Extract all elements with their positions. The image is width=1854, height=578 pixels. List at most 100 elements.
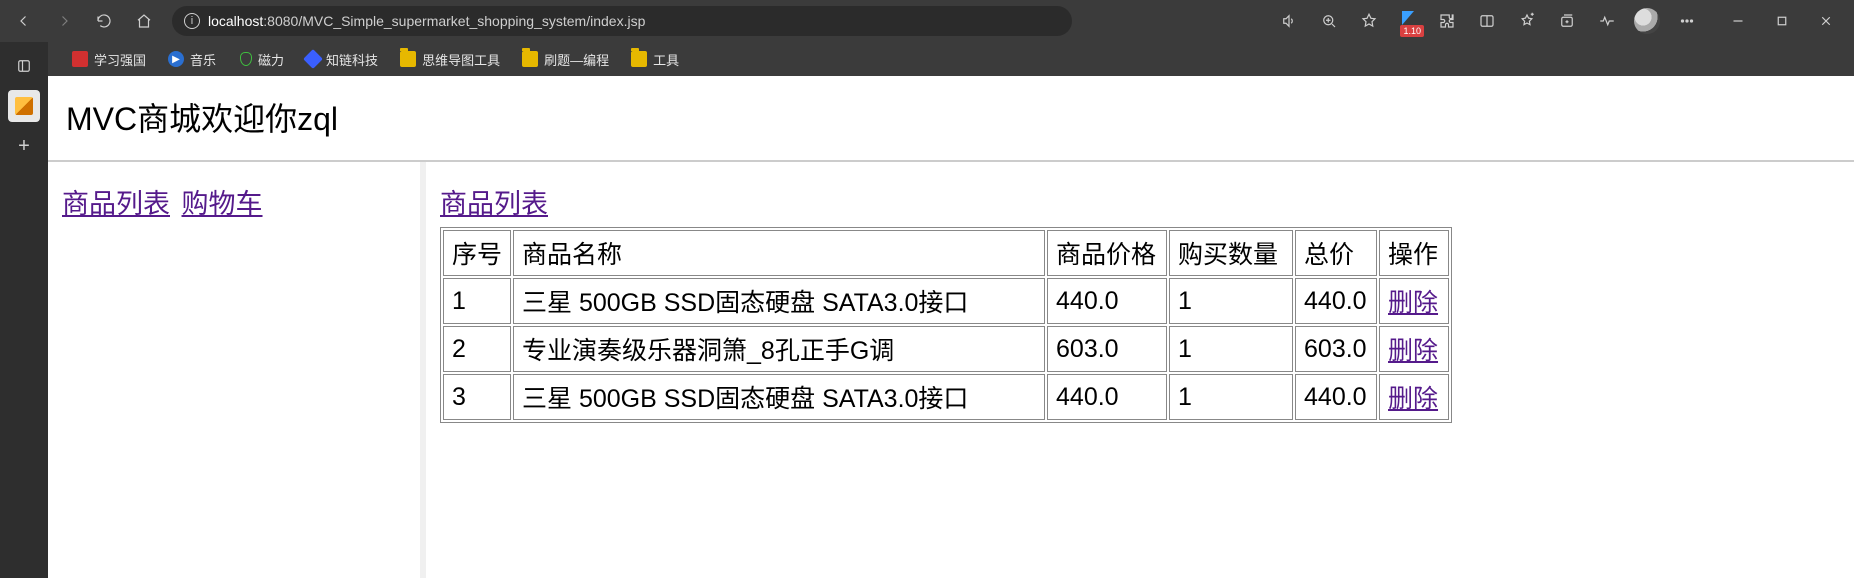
cell-seq: 2: [443, 326, 511, 372]
page-header: MVC商城欢迎你zql: [48, 76, 1854, 152]
puzzle-icon: [1438, 12, 1456, 30]
cell-total: 440.0: [1295, 374, 1377, 420]
home-icon: [135, 12, 153, 30]
left-nav: 商品列表 购物车: [62, 182, 406, 221]
bookmark-icon: [72, 51, 88, 67]
delete-link[interactable]: 删除: [1388, 289, 1438, 317]
bookmark-folder[interactable]: 工具: [625, 48, 685, 71]
play-icon: ▶: [168, 51, 184, 67]
heartbeat-icon: [1598, 12, 1616, 30]
url-text: localhost:8080/MVC_Simple_supermarket_sh…: [208, 13, 645, 29]
bookmark-item[interactable]: 学习强国: [66, 48, 152, 71]
maximize-icon: [1773, 12, 1791, 30]
cart-link[interactable]: 购物车: [182, 189, 263, 219]
bookmark-label: 磁力: [258, 50, 284, 69]
vertical-tab-bar: +: [0, 42, 48, 578]
cart-table: 序号 商品名称 商品价格 购买数量 总价 操作 1 三星 500GB SSD固态…: [440, 227, 1452, 423]
cell-total: 603.0: [1295, 326, 1377, 372]
bookmark-item[interactable]: 知链科技: [300, 48, 384, 71]
star-icon: [1360, 12, 1378, 30]
current-tab[interactable]: [8, 90, 40, 122]
cell-price: 440.0: [1047, 278, 1167, 324]
cell-price: 440.0: [1047, 374, 1167, 420]
col-name: 商品名称: [513, 230, 1045, 276]
refresh-icon: [95, 12, 113, 30]
folder-icon: [400, 51, 416, 67]
profile-avatar[interactable]: [1634, 8, 1660, 34]
product-list-link[interactable]: 商品列表: [62, 189, 170, 219]
bookmarks-bar: 学习强国 ▶ 音乐 磁力 知链科技 思维导图工具 刷题—编程 工具: [0, 42, 1854, 76]
delete-link[interactable]: 删除: [1388, 385, 1438, 413]
close-icon: [1817, 12, 1835, 30]
zoom-button[interactable]: [1310, 3, 1348, 39]
cell-action: 删除: [1379, 278, 1449, 324]
cell-qty: 1: [1169, 374, 1293, 420]
arrow-right-icon: [55, 12, 73, 30]
cell-name: 专业演奏级乐器洞箫_8孔正手G调: [513, 326, 1045, 372]
browser-essentials-button[interactable]: [1588, 3, 1626, 39]
minimize-icon: [1729, 12, 1747, 30]
maximize-button[interactable]: [1760, 3, 1804, 39]
bookmark-item[interactable]: 磁力: [232, 48, 290, 71]
col-total: 总价: [1295, 230, 1377, 276]
back-button[interactable]: [6, 3, 42, 39]
split-screen-button[interactable]: [1468, 3, 1506, 39]
delete-link[interactable]: 删除: [1388, 337, 1438, 365]
home-button[interactable]: [126, 3, 162, 39]
browser-toolbar: i localhost:8080/MVC_Simple_supermarket_…: [0, 0, 1854, 42]
cell-action: 删除: [1379, 326, 1449, 372]
collections-icon: [1558, 12, 1576, 30]
cell-qty: 1: [1169, 278, 1293, 324]
star-plus-icon: [1518, 12, 1536, 30]
refresh-button[interactable]: [86, 3, 122, 39]
address-bar[interactable]: i localhost:8080/MVC_Simple_supermarket_…: [172, 6, 1072, 36]
cell-qty: 1: [1169, 326, 1293, 372]
zoom-icon: [1320, 12, 1338, 30]
diamond-icon: [303, 49, 323, 69]
table-row: 2 专业演奏级乐器洞箫_8孔正手G调 603.0 1 603.0 删除: [443, 326, 1449, 372]
bookmark-folder[interactable]: 刷题—编程: [516, 48, 615, 71]
performance-button[interactable]: 1.10: [1390, 3, 1426, 39]
close-window-button[interactable]: [1804, 3, 1848, 39]
site-info-icon[interactable]: i: [184, 13, 200, 29]
url-host: localhost: [208, 13, 263, 29]
table-row: 1 三星 500GB SSD固态硬盘 SATA3.0接口 440.0 1 440…: [443, 278, 1449, 324]
performance-badge: 1.10: [1400, 25, 1424, 37]
col-qty: 购买数量: [1169, 230, 1293, 276]
table-row: 3 三星 500GB SSD固态硬盘 SATA3.0接口 440.0 1 440…: [443, 374, 1449, 420]
bookmark-label: 工具: [653, 50, 679, 69]
favorite-button[interactable]: [1350, 3, 1388, 39]
settings-more-button[interactable]: [1668, 3, 1706, 39]
forward-button[interactable]: [46, 3, 82, 39]
cell-total: 440.0: [1295, 278, 1377, 324]
tab-actions-button[interactable]: [8, 50, 40, 82]
right-heading-link[interactable]: 商品列表: [440, 182, 548, 221]
cell-price: 603.0: [1047, 326, 1167, 372]
read-aloud-button[interactable]: [1270, 3, 1308, 39]
sidebar-icon: [1478, 12, 1496, 30]
minimize-button[interactable]: [1716, 3, 1760, 39]
cell-name: 三星 500GB SSD固态硬盘 SATA3.0接口: [513, 278, 1045, 324]
url-port: :8080: [263, 13, 298, 29]
window-controls: [1716, 3, 1848, 39]
bookmark-label: 刷题—编程: [544, 50, 609, 69]
favorites-button[interactable]: [1508, 3, 1546, 39]
col-price: 商品价格: [1047, 230, 1167, 276]
left-frame: 商品列表 购物车: [48, 162, 426, 578]
more-icon: [1678, 12, 1696, 30]
url-path: /MVC_Simple_supermarket_shopping_system/…: [298, 13, 645, 29]
folder-icon: [522, 51, 538, 67]
bookmark-label: 知链科技: [326, 50, 378, 69]
bookmark-item[interactable]: ▶ 音乐: [162, 48, 222, 71]
cell-name: 三星 500GB SSD固态硬盘 SATA3.0接口: [513, 374, 1045, 420]
flag-icon: [1402, 11, 1414, 25]
bookmark-label: 音乐: [190, 50, 216, 69]
bookmark-folder[interactable]: 思维导图工具: [394, 48, 506, 71]
col-seq: 序号: [443, 230, 511, 276]
cell-seq: 1: [443, 278, 511, 324]
browser-chrome: i localhost:8080/MVC_Simple_supermarket_…: [0, 0, 1854, 76]
extensions-button[interactable]: [1428, 3, 1466, 39]
new-tab-button[interactable]: +: [8, 130, 40, 162]
bookmark-label: 思维导图工具: [422, 50, 500, 69]
collections-button[interactable]: [1548, 3, 1586, 39]
